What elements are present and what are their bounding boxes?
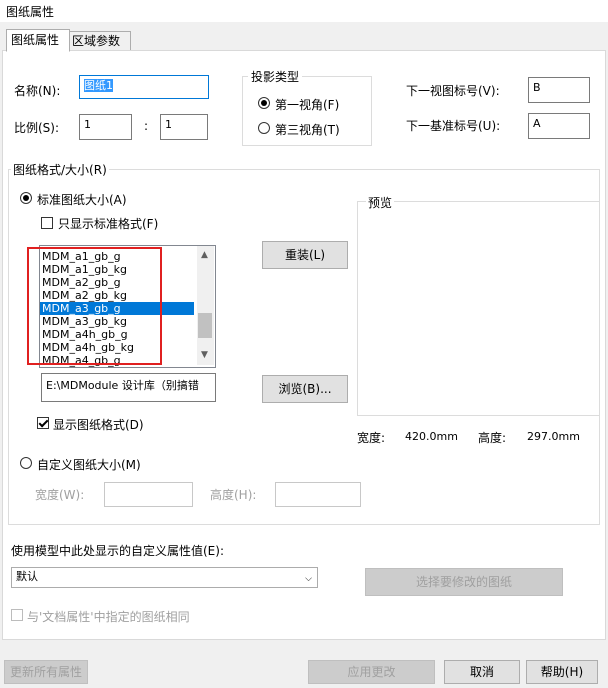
cancel-button[interactable]: 取消	[444, 660, 520, 684]
third-angle-radio[interactable]	[258, 122, 270, 134]
custom-height-label: 高度(H):	[210, 488, 257, 502]
scale-denominator-field[interactable]: 1	[160, 114, 208, 140]
preview-area	[357, 201, 600, 416]
browse-button[interactable]: 浏览(B)...	[262, 375, 348, 403]
window-title: 图纸属性	[6, 5, 55, 19]
tab-zone-parameters[interactable]: 区域参数	[67, 31, 131, 51]
width-label: 宽度:	[357, 431, 386, 445]
scale-numerator-field[interactable]: 1	[79, 114, 132, 140]
reload-button[interactable]: 重装(L)	[262, 241, 348, 269]
same-as-doc-label[interactable]: 与'文档属性'中指定的图纸相同	[27, 608, 190, 625]
format-path-field[interactable]: E:\MDModule 设计库（别搞错	[41, 373, 216, 402]
update-all-button[interactable]: 更新所有属性	[4, 660, 88, 684]
only-standard-label[interactable]: 只显示标准格式(F)	[58, 215, 158, 232]
name-field[interactable]: 图纸1	[79, 75, 209, 99]
next-view-field[interactable]: B	[528, 77, 590, 103]
scale-separator: :	[144, 119, 149, 133]
custom-height-field[interactable]	[275, 482, 361, 507]
tab-sheet-properties[interactable]: 图纸属性	[6, 29, 70, 52]
sheet-format-title: 图纸格式/大小(R)	[11, 161, 109, 178]
first-angle-radio[interactable]	[258, 97, 270, 109]
next-datum-field[interactable]: A	[528, 113, 590, 139]
first-angle-label[interactable]: 第一视角(F)	[275, 96, 339, 113]
next-view-label: 下一视图标号(V):	[406, 84, 500, 98]
select-sheets-button[interactable]: 选择要修改的图纸	[365, 568, 563, 596]
show-format-checkbox[interactable]	[37, 417, 49, 429]
name-label: 名称(N):	[14, 84, 61, 98]
scroll-thumb[interactable]	[198, 313, 212, 338]
custom-size-radio[interactable]	[20, 457, 32, 469]
custom-props-label: 使用模型中此处显示的自定义属性值(E):	[11, 544, 224, 558]
apply-button[interactable]: 应用更改	[308, 660, 435, 684]
height-value: 297.0mm	[527, 430, 580, 443]
width-value: 420.0mm	[405, 430, 458, 443]
next-datum-label: 下一基准标号(U):	[406, 119, 501, 133]
help-button[interactable]: 帮助(H)	[526, 660, 598, 684]
tab-zone-parameters-label: 区域参数	[72, 34, 121, 48]
highlight-box	[27, 247, 162, 365]
custom-width-field[interactable]	[104, 482, 193, 507]
chevron-down-icon: ⌵	[305, 574, 312, 584]
height-label: 高度:	[478, 431, 507, 445]
custom-props-dropdown[interactable]: 默认 ⌵	[11, 567, 318, 588]
scroll-down-icon[interactable]: ▼	[201, 350, 208, 360]
title-bar: 图纸属性	[0, 0, 608, 22]
custom-size-label[interactable]: 自定义图纸大小(M)	[37, 456, 141, 473]
show-format-label[interactable]: 显示图纸格式(D)	[53, 416, 144, 433]
list-scrollbar[interactable]: ▲ ▼	[197, 246, 214, 365]
custom-width-label: 宽度(W):	[35, 488, 85, 502]
same-as-doc-checkbox[interactable]	[11, 609, 23, 621]
scroll-up-icon[interactable]: ▲	[201, 250, 208, 260]
projection-title: 投影类型	[248, 68, 303, 85]
third-angle-label[interactable]: 第三视角(T)	[275, 121, 340, 138]
only-standard-checkbox[interactable]	[41, 217, 53, 229]
custom-props-dropdown-value: 默认	[16, 570, 38, 583]
scale-label: 比例(S):	[14, 121, 60, 135]
standard-size-radio[interactable]	[20, 192, 32, 204]
name-field-value: 图纸1	[84, 79, 113, 92]
standard-size-label[interactable]: 标准图纸大小(A)	[37, 191, 127, 208]
tab-sheet-properties-label: 图纸属性	[11, 33, 60, 47]
preview-label: 预览	[366, 194, 395, 211]
